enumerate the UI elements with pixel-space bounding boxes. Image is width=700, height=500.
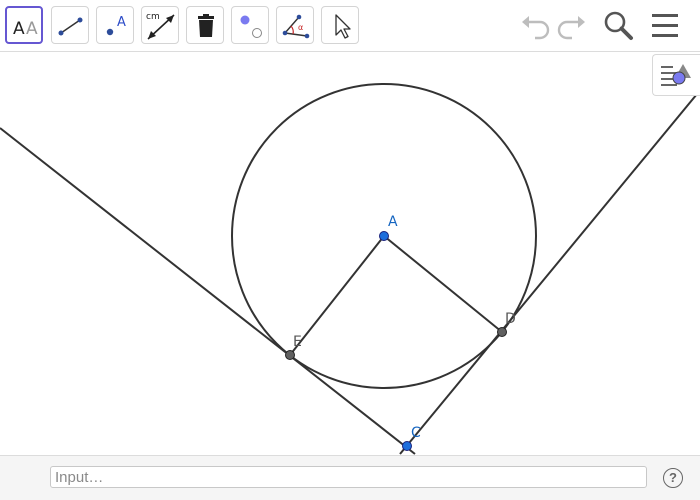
point-a[interactable] [379,231,389,241]
toolbar: A A A cm α [0,0,700,52]
show-hide-icon [240,15,262,38]
point-c[interactable] [402,441,412,451]
tangent-line-e[interactable] [0,127,416,455]
help-button[interactable]: ? [663,468,683,488]
radius-segment-ad[interactable] [383,235,503,333]
point-e[interactable] [285,350,295,360]
style-glyph-a1: A [13,19,25,39]
algebra-view-icon [661,64,691,86]
style-glyph-a2: A [26,19,38,39]
input-bar: ? [0,455,700,500]
undo-button[interactable] [517,8,553,44]
search-icon [604,11,633,40]
tool-delete[interactable] [186,6,224,44]
tool-angle[interactable]: α [276,6,314,44]
tool-style-bar[interactable]: A A [5,6,43,44]
graphics-view[interactable]: A E D C [0,53,700,455]
trash-icon [198,14,214,37]
redo-button[interactable] [554,8,590,44]
menu-icon [652,14,678,37]
algebra-input[interactable] [50,466,647,488]
segment-length-label: cm [146,12,160,22]
search-button[interactable] [601,8,637,44]
style-bar-icon: A A [13,19,38,39]
segment-icon [58,17,83,36]
label-point-d: D [505,311,516,327]
tool-move[interactable] [321,6,359,44]
cursor-icon [335,14,351,39]
undo-icon [522,16,550,40]
segment-length-icon: cm [146,12,175,40]
point-icon: A [106,15,126,36]
tool-segment[interactable] [51,6,89,44]
point-d[interactable] [497,327,507,337]
tool-segment-length[interactable]: cm [141,6,179,44]
tool-show-hide[interactable] [231,6,269,44]
angle-tool-label: α [298,23,303,32]
label-point-e: E [293,334,302,350]
tangent-line-d[interactable] [399,93,698,455]
redo-icon [557,16,585,40]
point-tool-label: A [117,15,126,30]
label-point-a: A [388,214,398,230]
label-point-c: C [411,425,421,441]
angle-icon: α [282,14,310,39]
geometry-drawing: A E D C [0,83,698,455]
tool-point[interactable]: A [96,6,134,44]
menu-button[interactable] [648,8,684,44]
radius-segment-ae[interactable] [289,235,385,356]
algebra-view-toggle[interactable] [652,54,700,96]
